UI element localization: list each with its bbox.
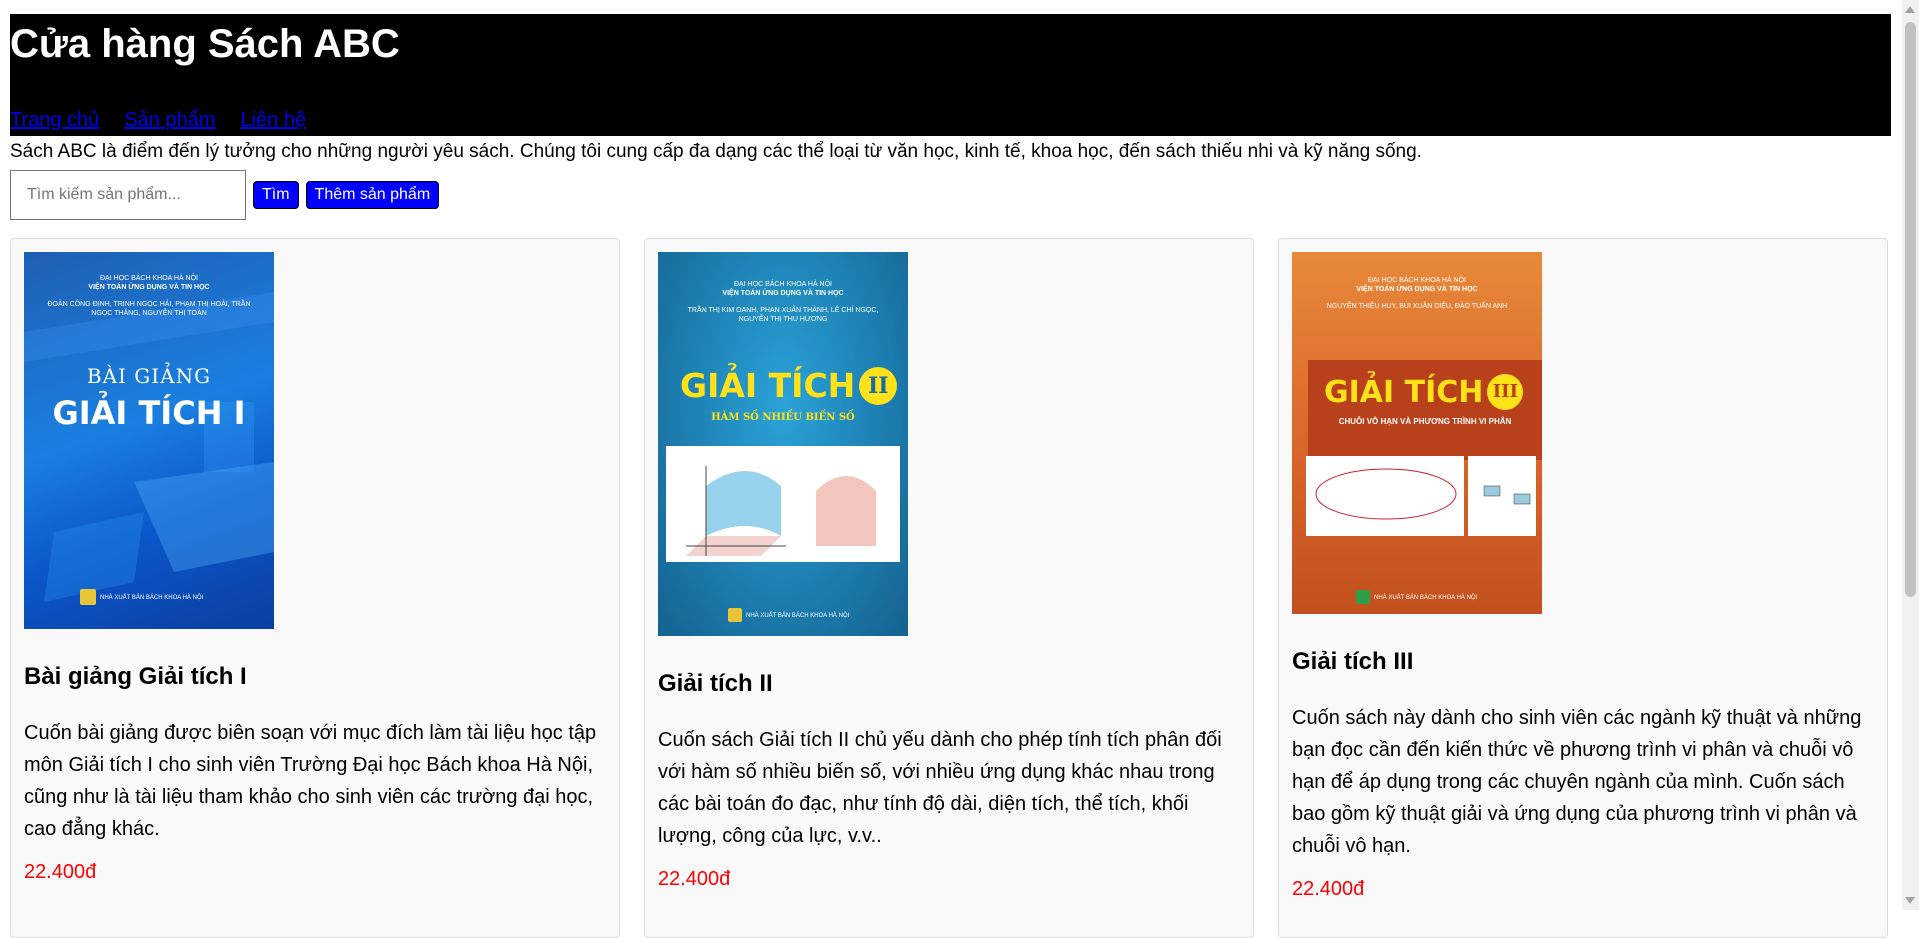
publisher-logo (80, 589, 96, 605)
cover-graph-image (666, 446, 900, 562)
cover-publisher: NHÀ XUẤT BẢN BÁCH KHOA HÀ NỘI (1374, 595, 1478, 601)
publisher-logo (728, 608, 742, 622)
vertical-scrollbar[interactable] (1902, 0, 1919, 910)
site-title: Cửa hàng Sách ABC (10, 22, 400, 66)
product-description: Cuốn sách này dành cho sinh viên các ngà… (1292, 707, 1862, 857)
book-cover-image: ĐẠI HỌC BÁCH KHOA HÀ NỘI VIỆN TOÁN ỨNG D… (24, 252, 274, 629)
cover-numeral: III (1487, 374, 1524, 410)
search-input[interactable] (10, 170, 246, 220)
main-nav: Trang chủ Sản phẩm Liên hệ (10, 109, 306, 132)
add-product-button[interactable]: Thêm sản phẩm (305, 181, 440, 209)
scroll-up-arrow-icon[interactable] (1905, 6, 1915, 13)
book-cover-image: ĐẠI HỌC BÁCH KHOA HÀ NỘI VIỆN TOÁN ỨNG D… (1292, 252, 1542, 614)
cover-university: ĐẠI HỌC BÁCH KHOA HÀ NỘI (733, 281, 833, 288)
cover-authors: NGUYỄN THIỆU HUY, BÙI XUÂN DIỆU, ĐÀO TUẤ… (1326, 303, 1508, 310)
cover-institute: VIỆN TOÁN ỨNG DỤNG VÀ TIN HỌC (1356, 286, 1478, 293)
cover-institute: VIỆN TOÁN ỨNG DỤNG VÀ TIN HỌC (722, 290, 844, 297)
page: Cửa hàng Sách ABC Trang chủ Sản phẩm Liê… (10, 14, 1891, 938)
cover-subtitle: CHUỖI VÔ HẠN VÀ PHƯƠNG TRÌNH VI PHÂN (1338, 417, 1512, 426)
site-header: Cửa hàng Sách ABC Trang chủ Sản phẩm Liê… (10, 14, 1891, 136)
cover-line2: GIẢI TÍCH I (52, 394, 246, 432)
nav-link-home[interactable]: Trang chủ (10, 109, 99, 132)
product-price: 22.400đ (658, 868, 731, 890)
cover-line1: BÀI GIẢNG (86, 364, 212, 388)
search-bar: Tìm Thêm sản phẩm (10, 170, 1891, 220)
scrollbar-thumb[interactable] (1905, 22, 1916, 597)
product-card: ĐẠI HỌC BÁCH KHOA HÀ NỘI VIỆN TOÁN ỨNG D… (1278, 238, 1888, 938)
product-title: Bài giảng Giải tích I (24, 663, 247, 690)
cover-university: ĐẠI HỌC BÁCH KHOA HÀ NỘI (99, 275, 199, 282)
nav-link-contact[interactable]: Liên hệ (240, 109, 306, 132)
cover-publisher: NHÀ XUẤT BẢN BÁCH KHOA HÀ NỘI (100, 595, 204, 601)
cover-line1: GIẢI TÍCH (1324, 374, 1484, 410)
product-card: ĐẠI HỌC BÁCH KHOA HÀ NỘI VIỆN TOÁN ỨNG D… (644, 238, 1254, 938)
product-description: Cuốn bài giảng được biên soạn với mục đí… (24, 722, 597, 840)
cover-university: ĐẠI HỌC BÁCH KHOA HÀ NỘI (1367, 277, 1467, 284)
nav-link-products[interactable]: Sản phẩm (124, 109, 215, 132)
intro-text: Sách ABC là điểm đến lý tưởng cho những … (10, 141, 1422, 162)
search-button[interactable]: Tìm (253, 181, 299, 209)
cover-authors: ĐOÀN CÔNG ĐỊNH, TRỊNH NGỌC HẢI, PHẠM THỊ… (47, 301, 251, 317)
cover-line1: GIẢI TÍCH (680, 366, 856, 405)
product-card: ĐẠI HỌC BÁCH KHOA HÀ NỘI VIỆN TOÁN ỨNG D… (10, 238, 620, 938)
cover-authors: TRẦN THỊ KIM OANH, PHAN XUÂN THÀNH, LÊ C… (687, 307, 879, 323)
cover-graph-image (1306, 456, 1536, 536)
cover-publisher: NHÀ XUẤT BẢN BÁCH KHOA HÀ NỘI (746, 613, 850, 619)
product-title: Giải tích II (658, 670, 773, 697)
publisher-logo (1356, 590, 1370, 604)
product-price: 22.400đ (24, 861, 97, 883)
book-cover-image: ĐẠI HỌC BÁCH KHOA HÀ NỘI VIỆN TOÁN ỨNG D… (658, 252, 908, 636)
product-description: Cuốn sách Giải tích II chủ yếu dành cho … (658, 729, 1222, 847)
cover-numeral: II (859, 366, 898, 405)
cover-subtitle: HÀM SỐ NHIỀU BIẾN SỐ (711, 412, 855, 423)
product-title: Giải tích III (1292, 648, 1414, 675)
product-price: 22.400đ (1292, 878, 1365, 900)
scroll-down-arrow-icon[interactable] (1905, 897, 1915, 904)
product-list: ĐẠI HỌC BÁCH KHOA HÀ NỘI VIỆN TOÁN ỨNG D… (10, 238, 1891, 938)
cover-institute: VIỆN TOÁN ỨNG DỤNG VÀ TIN HỌC (88, 284, 210, 291)
